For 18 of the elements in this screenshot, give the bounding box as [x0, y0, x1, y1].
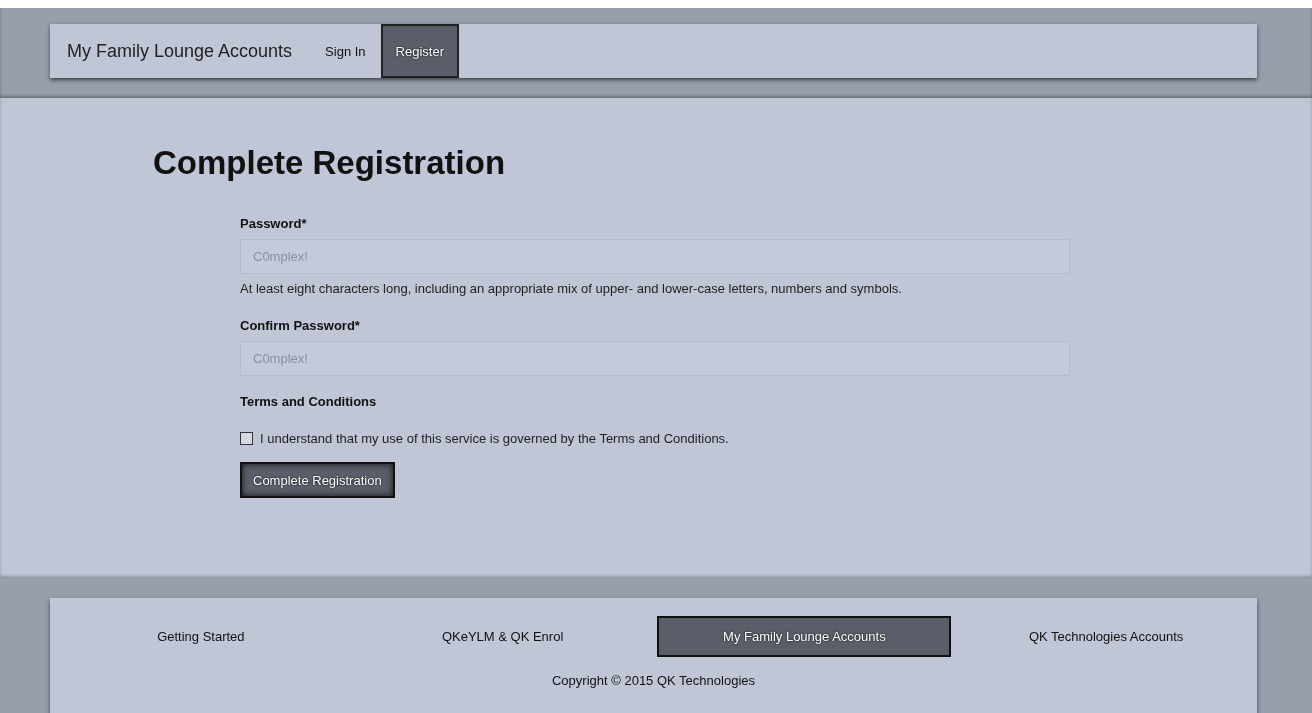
copyright-text: Copyright © 2015 QK Technologies [551, 673, 756, 688]
complete-registration-button[interactable]: Complete Registration [240, 462, 395, 498]
brand-title[interactable]: My Family Lounge Accounts [50, 40, 311, 62]
page-title: Complete Registration [153, 144, 507, 182]
password-field[interactable]: C0mplex! [240, 341, 1070, 376]
footer-link[interactable]: QK Technologies Accounts [1028, 617, 1184, 656]
field-label: Confirm Password* [240, 318, 361, 333]
footer-link[interactable]: QKeYLM & QK Enrol [441, 617, 564, 656]
nav-link[interactable]: Sign In [310, 24, 381, 78]
footer-link[interactable]: Getting Started [157, 617, 245, 656]
checkbox-label[interactable]: I understand that my use of this service is governed by the Terms and Conditions. [260, 431, 729, 446]
help-text: At least eight characters long, including an appropriate mix of upper- and lower-case letters, numbers and symbols. [240, 281, 903, 296]
password-field[interactable]: C0mplex! [240, 239, 1070, 274]
nav-link[interactable]: Register [380, 24, 459, 78]
checkbox[interactable] [240, 432, 253, 445]
footer-link[interactable]: My Family Lounge Accounts [657, 616, 952, 657]
field-label: Password* [240, 216, 308, 231]
terms-heading: Terms and Conditions [240, 394, 378, 409]
